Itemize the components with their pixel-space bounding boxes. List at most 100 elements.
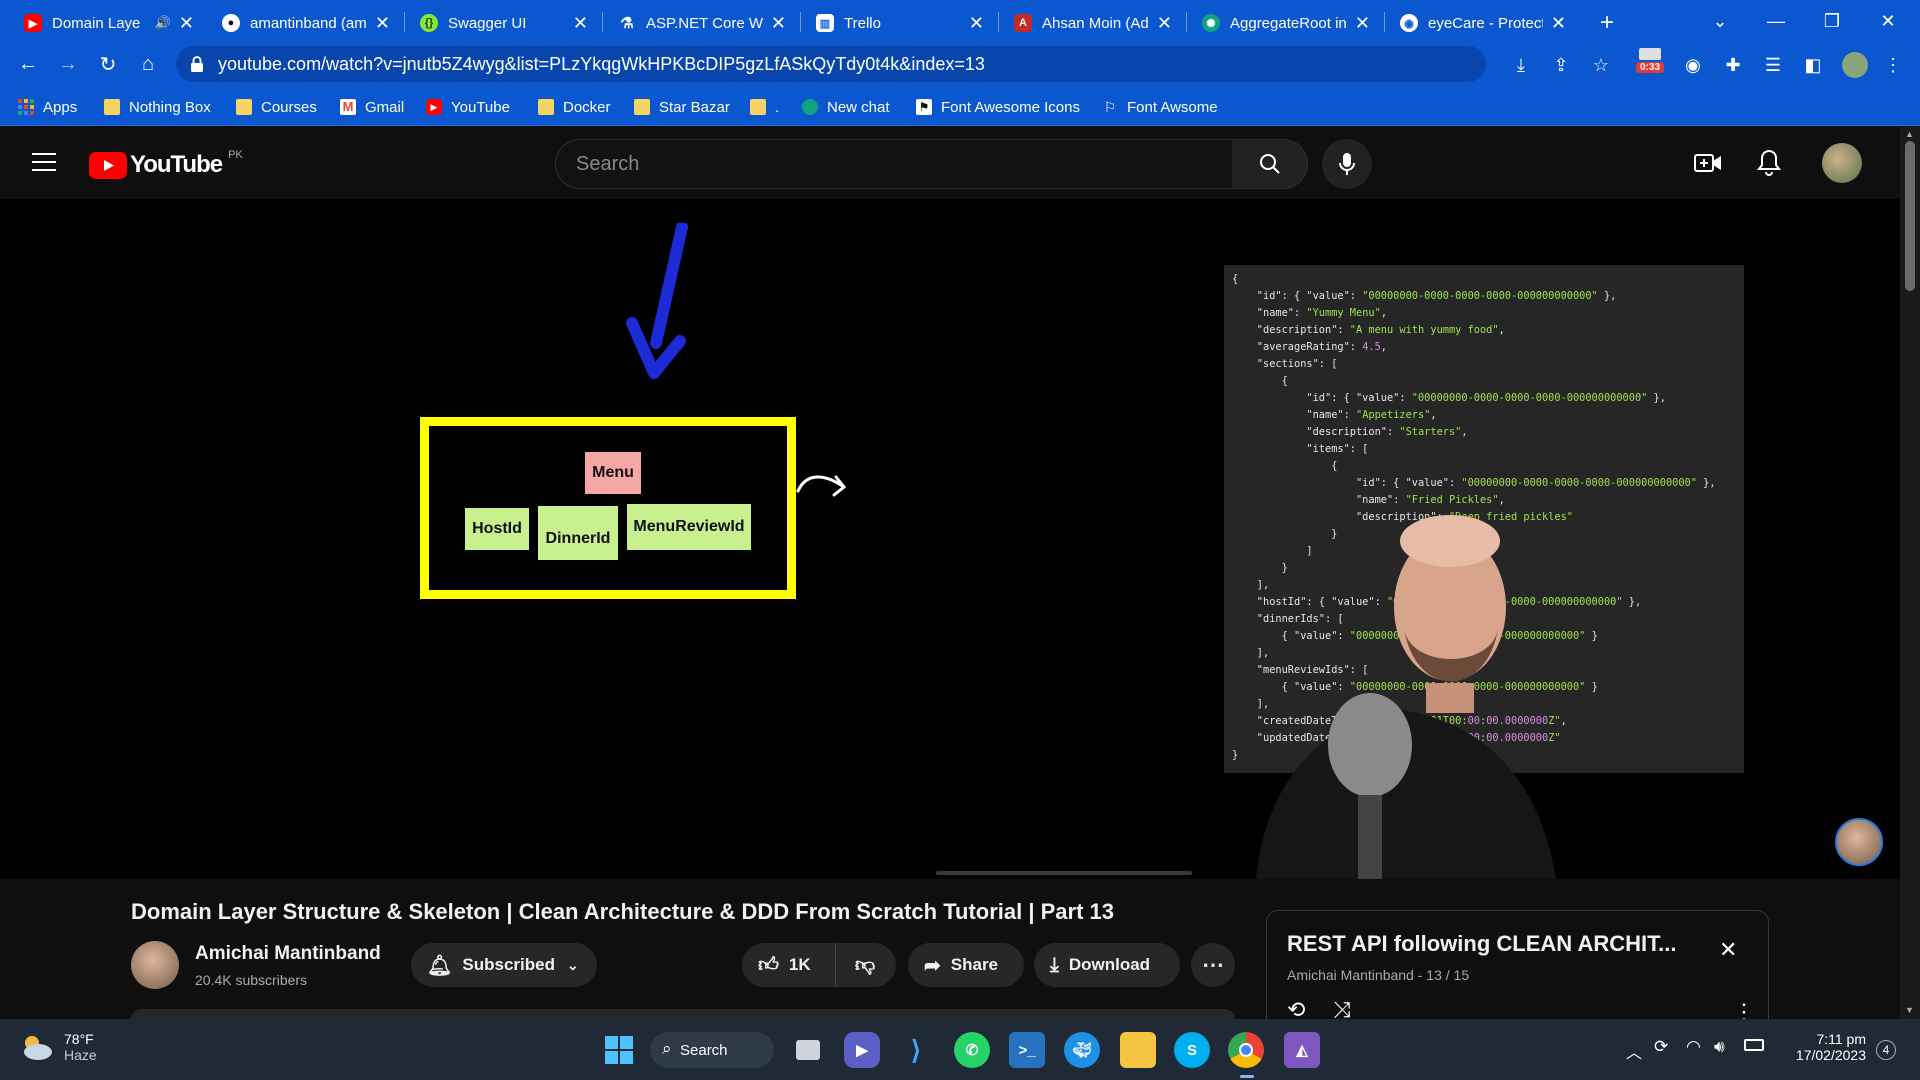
battery-icon[interactable] <box>1744 1039 1764 1051</box>
scroll-down-arrow-icon[interactable]: ▼ <box>1905 1005 1914 1015</box>
channel-name[interactable]: Amichai Mantinband <box>195 943 381 965</box>
chrome-icon[interactable] <box>1228 1032 1264 1068</box>
voice-search-button[interactable] <box>1322 139 1372 189</box>
minimize-button[interactable]: — <box>1748 0 1804 42</box>
timer-extension-icon[interactable]: 0:33 <box>1636 48 1664 78</box>
tab-trello[interactable]: ▥ Trello ✕ <box>806 4 994 42</box>
tab-title: Domain Laye <box>52 14 141 32</box>
video-progress-hint <box>936 871 1192 875</box>
media-control-icon[interactable]: ☰ <box>1760 52 1786 78</box>
clock[interactable]: 7:11 pm 17/02/2023 <box>1790 1031 1866 1063</box>
download-button[interactable]: ⤓ Download <box>1034 943 1180 987</box>
folder-icon <box>538 99 554 115</box>
home-icon[interactable]: ⌂ <box>132 48 164 80</box>
reload-icon[interactable]: ↻ <box>92 48 124 80</box>
account-avatar[interactable] <box>1822 143 1862 183</box>
like-button[interactable]: 👍︎ 1K <box>742 943 836 987</box>
close-tab-icon[interactable]: ✕ <box>179 13 194 34</box>
visual-studio-icon[interactable]: ◭ <box>1284 1032 1320 1068</box>
share-button[interactable]: ➦ Share <box>908 943 1024 987</box>
tab-aspnet[interactable]: ⚗ ASP.NET Core We ✕ <box>608 4 796 42</box>
teams-chat-icon[interactable]: ▶ <box>844 1032 880 1068</box>
tab-swagger[interactable]: {} Swagger UI ✕ <box>410 4 598 42</box>
channel-avatar[interactable] <box>131 941 179 989</box>
bookmark-font-awesome-icons[interactable]: ⚑ Font Awesome Icons <box>916 96 1080 118</box>
powershell-icon[interactable]: >_ <box>1009 1032 1045 1068</box>
bookmark-docker[interactable]: Docker <box>538 96 611 118</box>
taskbar-search-box[interactable]: ⌕ Search <box>650 1032 774 1068</box>
back-arrow-icon[interactable]: ← <box>12 48 44 80</box>
skype-icon[interactable]: S <box>1174 1032 1210 1068</box>
close-tab-icon[interactable]: ✕ <box>375 13 390 34</box>
bookmark-courses[interactable]: Courses <box>236 96 317 118</box>
page-scrollbar[interactable]: ▲ ▼ <box>1900 127 1920 1019</box>
tab-github[interactable]: ● amantinband (am ✕ <box>212 4 400 42</box>
start-button[interactable] <box>601 1032 637 1068</box>
tab-aggregate-root[interactable]: ✺ AggregateRoot in ✕ <box>1192 4 1380 42</box>
create-video-icon[interactable] <box>1694 151 1722 180</box>
notification-count-badge[interactable]: 4 <box>1876 1040 1896 1060</box>
description-box[interactable] <box>131 1009 1235 1019</box>
restore-button[interactable]: ❐ <box>1804 0 1860 42</box>
bookmark-star-icon[interactable]: ☆ <box>1588 52 1614 78</box>
tab-eyecare[interactable]: ◉ eyeCare - Protect ✕ <box>1390 4 1576 42</box>
more-actions-button[interactable]: ⋯ <box>1191 943 1235 987</box>
chevron-down-icon: ⌄ <box>566 956 579 973</box>
dislike-button[interactable]: 👎︎ <box>836 943 894 987</box>
profile-avatar[interactable] <box>1842 52 1868 78</box>
video-player[interactable]: Menu HostId DinnerId MenuReviewId { "id"… <box>0 199 1900 879</box>
tab-divider <box>1384 12 1385 32</box>
share-page-icon[interactable]: ⇪ <box>1548 52 1574 78</box>
playlist-title[interactable]: REST API following CLEAN ARCHIT... <box>1287 931 1676 957</box>
tab-domain-layer[interactable]: ▶ Domain Laye 🔊 ✕ <box>14 4 204 42</box>
scrollbar-thumb[interactable] <box>1905 141 1915 291</box>
address-bar[interactable]: youtube.com/watch?v=jnutb5Z4wyg&list=PLz… <box>176 46 1486 82</box>
floating-avatar[interactable] <box>1835 818 1883 866</box>
tab-ahsan-moin[interactable]: A Ahsan Moin (Adm ✕ <box>1004 4 1182 42</box>
volume-icon[interactable]: 🔊︎ <box>1714 1037 1725 1057</box>
extensions-puzzle-icon[interactable]: ✚ <box>1720 52 1746 78</box>
bookmark-nothing-box[interactable]: Nothing Box <box>104 96 211 118</box>
show-hidden-icons-chevron-icon[interactable]: ︿ <box>1626 1039 1642 1063</box>
vscode-icon[interactable]: ⟩ <box>898 1032 934 1068</box>
close-window-button[interactable]: ✕ <box>1860 0 1916 42</box>
bookmark-new-chat[interactable]: New chat <box>802 96 890 118</box>
close-tab-icon[interactable]: ✕ <box>1551 13 1566 34</box>
hamburger-menu-icon[interactable] <box>32 153 56 173</box>
browser-menu-icon[interactable]: ⋮ <box>1880 52 1906 78</box>
youtube-logo[interactable]: YouTube PK <box>89 149 243 179</box>
bookmark-gmail[interactable]: M Gmail <box>340 96 404 118</box>
microphone-icon <box>1339 153 1355 175</box>
subscribed-button[interactable]: 🔔︎ Subscribed ⌄ <box>411 943 597 987</box>
bookmark-star-bazar[interactable]: Star Bazar <box>634 96 730 118</box>
close-tab-icon[interactable]: ✕ <box>573 13 588 34</box>
close-tab-icon[interactable]: ✕ <box>1355 13 1370 34</box>
scroll-up-arrow-icon[interactable]: ▲ <box>1905 129 1914 139</box>
close-tab-icon[interactable]: ✕ <box>969 13 984 34</box>
install-app-icon[interactable]: ⤓ <box>1508 52 1534 78</box>
task-view-icon[interactable] <box>790 1032 826 1068</box>
bookmark-youtube[interactable]: ▶ YouTube <box>426 96 510 118</box>
bookmark-font-awsome[interactable]: ⚐ Font Awsome <box>1102 96 1218 118</box>
speaker-icon[interactable]: 🔊 <box>155 15 171 31</box>
wifi-icon[interactable]: ◠ <box>1686 1037 1701 1057</box>
close-playlist-icon[interactable]: ✕ <box>1719 937 1737 963</box>
bookmark-apps[interactable]: Apps <box>18 96 77 118</box>
blue-arrow-annotation <box>626 223 688 379</box>
close-tab-icon[interactable]: ✕ <box>771 13 786 34</box>
close-tab-icon[interactable]: ✕ <box>1157 13 1172 34</box>
weather-widget[interactable]: 78°F Haze <box>20 1031 97 1063</box>
forward-arrow-icon[interactable]: → <box>52 48 84 80</box>
whatsapp-icon[interactable]: ✆ <box>954 1032 990 1068</box>
bookmark-dot[interactable]: . <box>750 96 779 118</box>
docker-icon[interactable]: 🐳︎ <box>1064 1032 1100 1068</box>
eye-extension-icon[interactable]: ◉ <box>1680 52 1706 78</box>
search-button[interactable] <box>1232 139 1308 189</box>
tab-search-chevron-icon[interactable]: ⌄ <box>1692 0 1748 42</box>
file-explorer-icon[interactable] <box>1120 1032 1156 1068</box>
sync-icon[interactable]: ⟳ <box>1654 1037 1668 1057</box>
new-tab-button[interactable]: + <box>1590 4 1630 42</box>
search-input[interactable]: Search <box>555 139 1233 189</box>
notifications-bell-icon[interactable] <box>1757 149 1781 182</box>
side-panel-icon[interactable]: ◧ <box>1800 52 1826 78</box>
